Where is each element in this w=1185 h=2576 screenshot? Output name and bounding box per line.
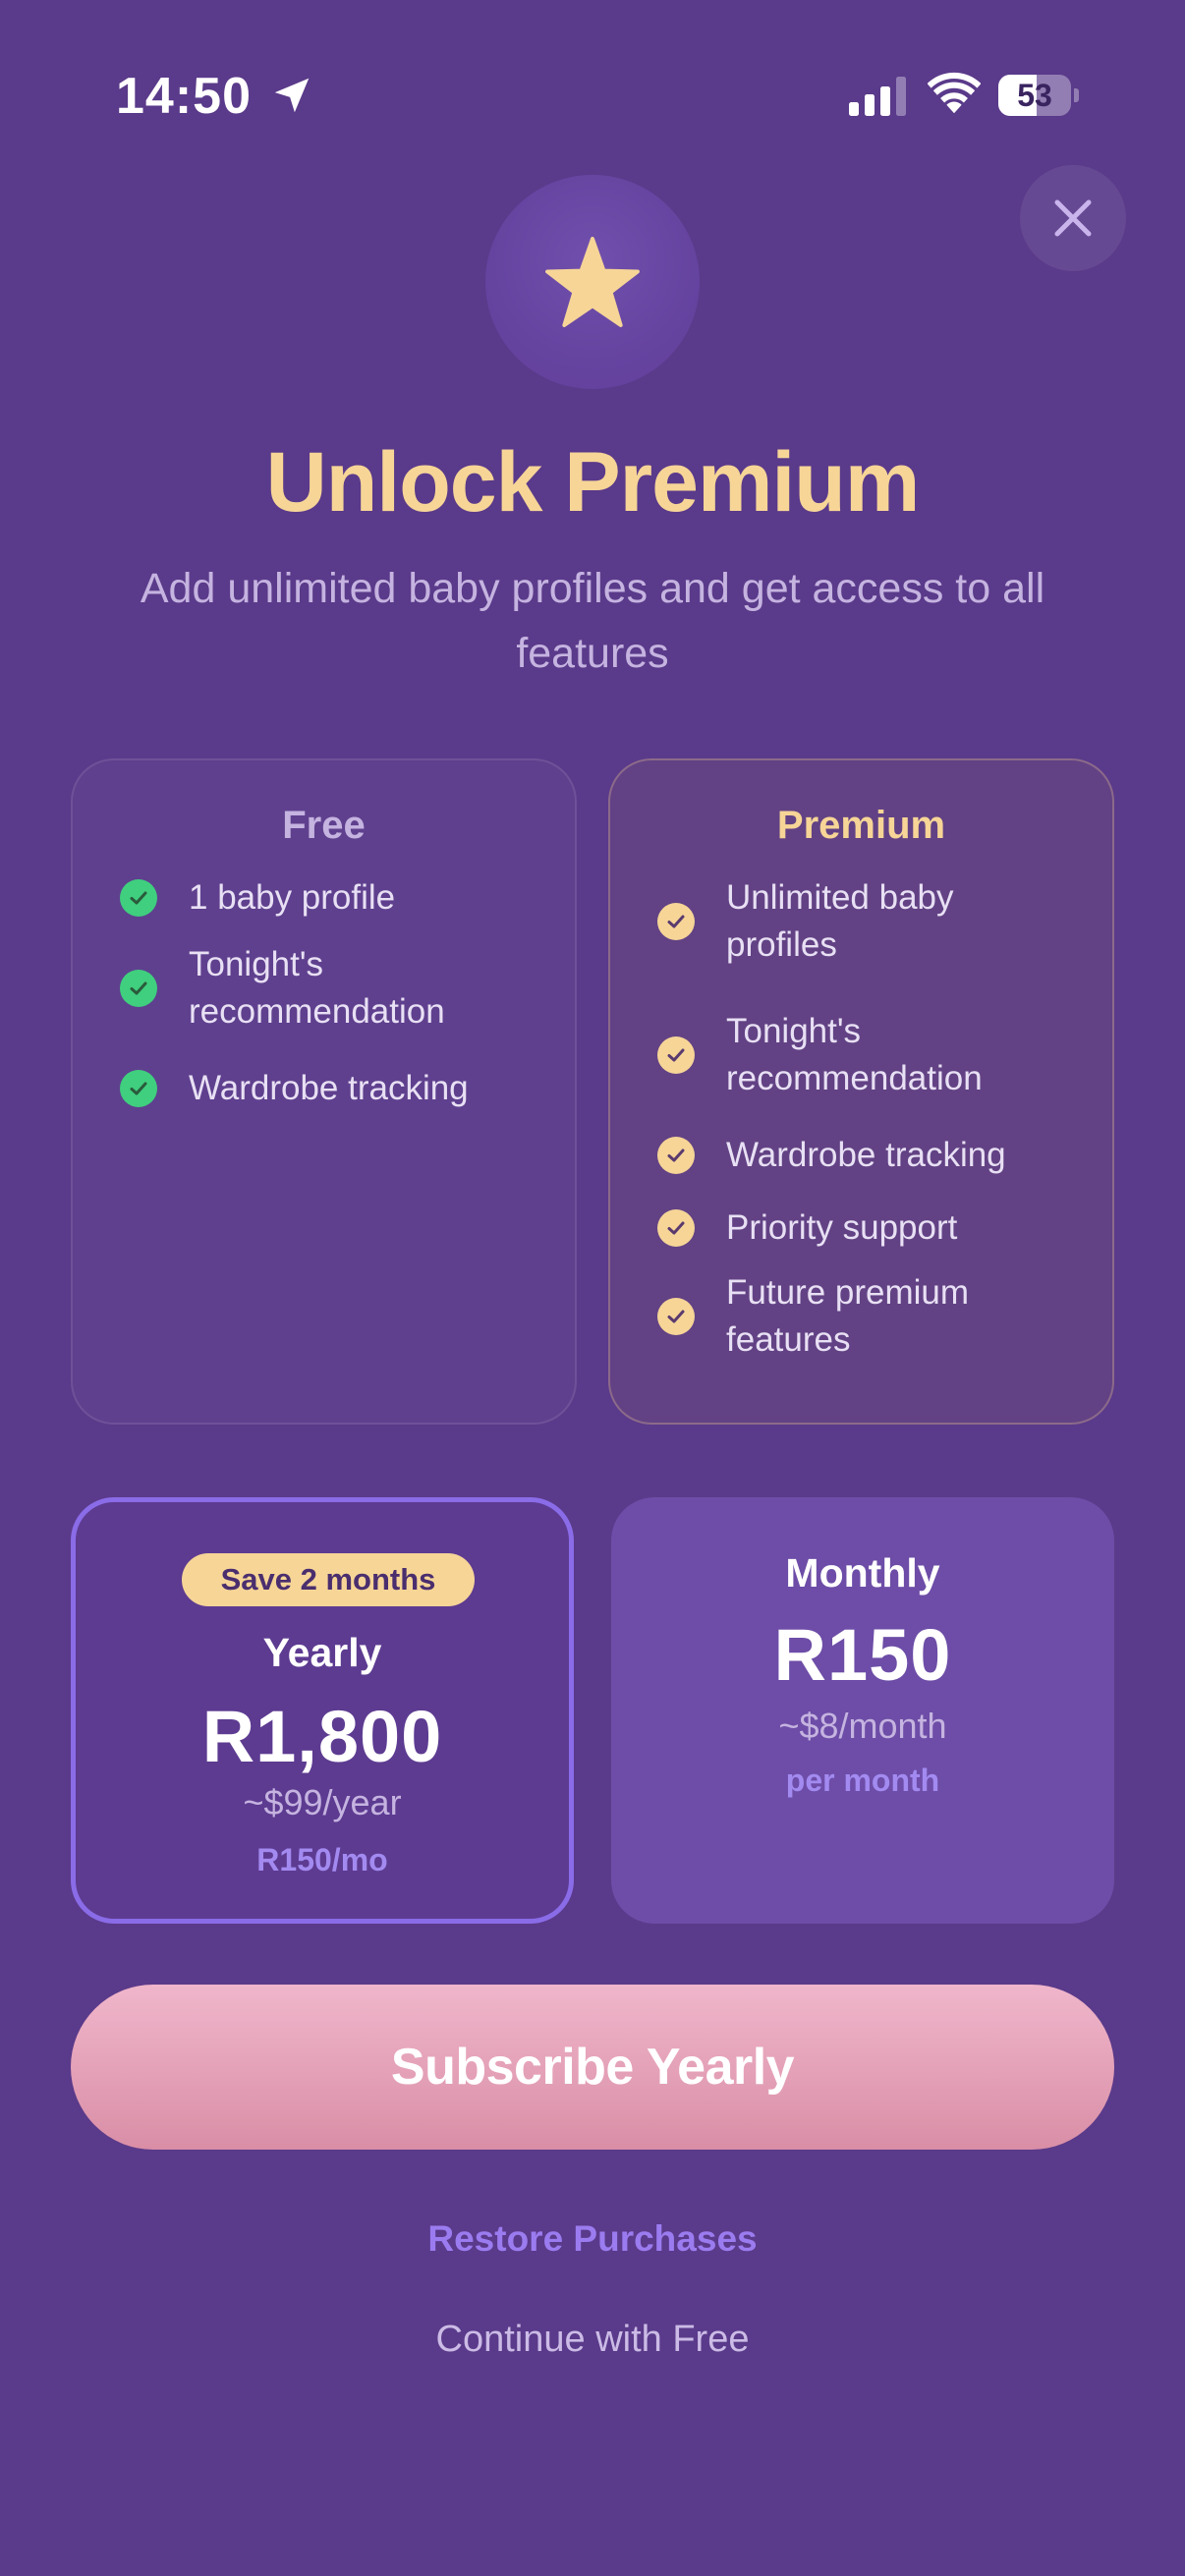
free-plan-card: Free 1 baby profile Tonight's recommenda… [71, 758, 577, 1425]
feature-label: Priority support [726, 1208, 958, 1247]
yearly-plan-option[interactable]: Save 2 months Yearly R1,800 ~$99/year R1… [71, 1497, 574, 1924]
feature-label: Wardrobe tracking [189, 1069, 469, 1107]
wifi-icon [928, 72, 981, 114]
close-button[interactable] [1020, 165, 1126, 271]
premium-feature-item: Priority support [657, 1204, 1093, 1252]
premium-feature-item: Wardrobe tracking [657, 1132, 1093, 1179]
check-icon [120, 970, 157, 1007]
check-icon [657, 1298, 695, 1335]
page-title: Unlock Premium [265, 435, 921, 530]
feature-label: 1 baby profile [189, 878, 396, 917]
premium-feature-item: Future premium features [657, 1269, 1093, 1364]
free-feature-item: Tonight's recommendation [120, 941, 555, 1036]
premium-plan-title: Premium [776, 804, 946, 847]
monthly-per-label: per month [785, 1763, 940, 1798]
yearly-plan-name: Yearly [262, 1630, 382, 1675]
check-icon [120, 879, 157, 917]
feature-label: Tonight's recommendation [189, 945, 445, 1031]
save-badge: Save 2 months [182, 1553, 475, 1606]
feature-label: Future premium features [726, 1273, 970, 1359]
page-subtitle: Add unlimited baby profiles and get acce… [140, 565, 1045, 677]
battery-icon: 53 [998, 75, 1079, 116]
feature-label: Tonight's recommendation [726, 1012, 983, 1097]
feature-label: Unlimited baby profiles [726, 878, 954, 964]
yearly-per-month: R150/mo [256, 1842, 388, 1877]
monthly-price: R150 [773, 1614, 952, 1696]
free-feature-item: 1 baby profile [120, 874, 555, 922]
feature-label: Wardrobe tracking [726, 1136, 1006, 1174]
premium-plan-card: Premium Unlimited baby profiles Tonight'… [608, 758, 1114, 1425]
battery-level: 53 [1017, 78, 1052, 113]
close-icon [1054, 199, 1092, 237]
status-time: 14:50 [116, 68, 252, 125]
check-icon [657, 903, 695, 940]
free-plan-title: Free [282, 804, 366, 847]
star-icon [545, 237, 640, 327]
location-arrow-icon [274, 78, 310, 113]
check-icon [657, 1209, 695, 1247]
monthly-plan-name: Monthly [785, 1550, 940, 1596]
yearly-price: R1,800 [201, 1696, 443, 1777]
check-icon [120, 1070, 157, 1107]
restore-purchases-link[interactable]: Restore Purchases [0, 2218, 1185, 2260]
check-icon [657, 1036, 695, 1074]
yearly-usd-price: ~$99/year [243, 1782, 402, 1822]
free-feature-item: Wardrobe tracking [120, 1065, 555, 1112]
premium-feature-item: Unlimited baby profiles [657, 874, 1093, 969]
monthly-usd-price: ~$8/month [778, 1706, 947, 1746]
cellular-signal-icon [849, 77, 906, 116]
continue-free-link[interactable]: Continue with Free [0, 2319, 1185, 2361]
premium-feature-item: Tonight's recommendation [657, 1008, 1093, 1102]
check-icon [657, 1137, 695, 1174]
hero-badge [485, 175, 700, 389]
subscribe-button[interactable]: Subscribe Yearly [71, 1985, 1114, 2150]
monthly-plan-option[interactable]: Monthly R150 ~$8/month per month [611, 1497, 1114, 1924]
